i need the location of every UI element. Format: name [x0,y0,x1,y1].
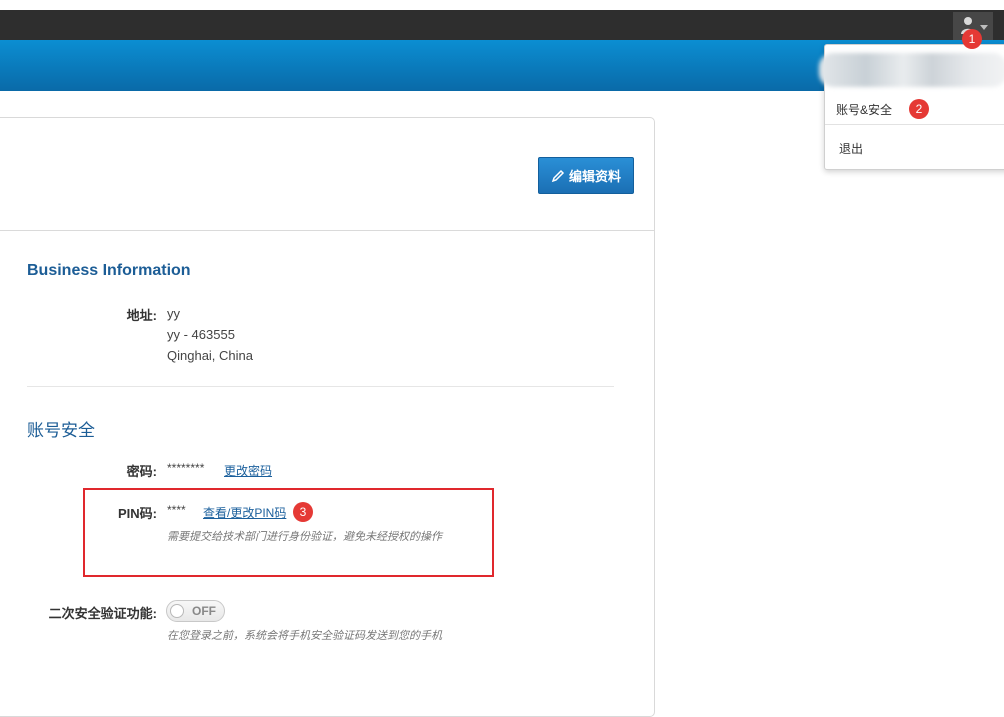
blurred-username [819,53,1004,87]
pin-hint: 需要提交给技术部门进行身份验证，避免未经授权的操作 [167,531,442,543]
business-info-title: Business Information [27,262,191,279]
pin-label: PIN码: [117,506,157,521]
password-label: 密码: [126,464,157,479]
edit-profile-button[interactable]: 编辑资料 [538,157,634,194]
top-nav-bar [0,10,1004,40]
menu-item-account-security[interactable]: 账号&安全 [836,101,892,118]
two-factor-toggle[interactable]: OFF [166,600,225,622]
pin-value: **** [167,503,186,517]
account-security-title: 账号安全 [27,421,95,440]
two-factor-hint: 在您登录之前，系统会将手机安全验证码发送到您的手机 [167,630,442,642]
change-password-link[interactable]: 更改密码 [224,462,272,479]
toggle-knob [170,604,184,618]
chevron-down-icon [980,25,988,30]
address-line-3: Qinghai, China [167,348,253,363]
step-badge-3: 3 [293,502,313,522]
section-divider [27,386,614,387]
edit-profile-label: 编辑资料 [568,169,621,184]
two-factor-label: 二次安全验证功能: [48,606,157,621]
view-change-pin-link[interactable]: 查看/更改PIN码 [203,504,286,521]
panel-header-divider [0,230,654,231]
step-badge-2: 2 [909,99,929,119]
menu-item-logout[interactable]: 退出 [839,140,863,157]
pencil-icon [551,169,565,182]
address-label: 地址: [126,308,157,323]
address-line-2: yy - 463555 [167,327,235,342]
address-line-1: yy [167,306,180,321]
menu-divider [825,124,1004,125]
toggle-state-label: OFF [192,604,216,618]
step-badge-1: 1 [962,29,982,49]
password-value: ******** [167,461,205,475]
